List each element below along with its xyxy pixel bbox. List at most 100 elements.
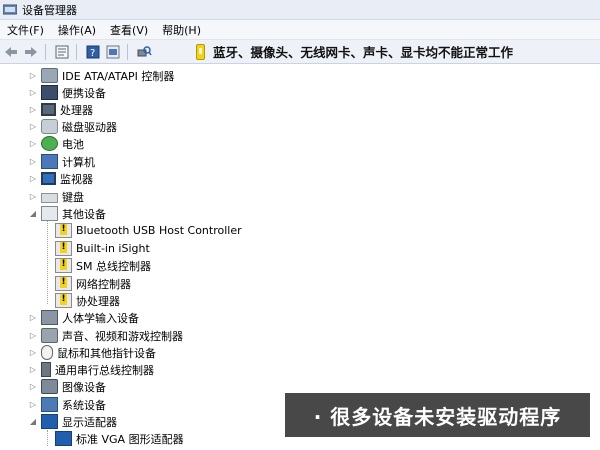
disk-drive-icon (41, 119, 58, 134)
collapsed-arrow-icon[interactable]: ▷ (28, 122, 38, 131)
tree-item-label: 标准 VGA 图形适配器 (76, 432, 184, 446)
tree-item-label: 协处理器 (76, 294, 120, 308)
tree-item-isight[interactable]: Built-in iSight (55, 240, 150, 257)
warning-device-icon (55, 293, 72, 308)
tree-item-label: 图像设备 (62, 380, 106, 394)
collapsed-arrow-icon[interactable]: ▷ (28, 157, 38, 166)
expanded-arrow-icon[interactable]: ◢ (28, 209, 38, 218)
tree-item-processor[interactable]: ▷ 处理器 (28, 101, 93, 118)
menu-file[interactable]: 文件(F) (0, 22, 51, 38)
tree-item-disk-drive[interactable]: ▷ 磁盘驱动器 (28, 118, 117, 135)
expanded-arrow-icon[interactable]: ◢ (28, 417, 38, 426)
tree-item-mouse[interactable]: ▷ 鼠标和其他指针设备 (28, 344, 156, 361)
tree-item-usb[interactable]: ▷ 通用串行总线控制器 (28, 361, 154, 378)
warning-banner-text: 蓝牙、摄像头、无线网卡、声卡、显卡均不能正常工作 (213, 45, 514, 60)
toolbar-separator (45, 43, 46, 60)
tree-item-label: 监视器 (60, 172, 93, 186)
toolbar-separator (76, 43, 77, 60)
tree-item-label: SM 总线控制器 (76, 259, 151, 273)
caption-text: · 很多设备未安装驱动程序 (313, 404, 562, 429)
tree-item-label: 处理器 (60, 103, 93, 117)
tree-guide-line (47, 430, 48, 446)
collapsed-arrow-icon[interactable]: ▷ (28, 348, 38, 357)
menu-help[interactable]: 帮助(H) (155, 22, 208, 38)
toolbar-separator (127, 43, 128, 60)
collapsed-arrow-icon[interactable]: ▷ (28, 174, 38, 183)
tree-item-other-devices[interactable]: ◢ 其他设备 (28, 205, 106, 222)
help-icon[interactable]: ? (84, 43, 102, 61)
device-manager-icon (2, 4, 18, 16)
scan-hardware-icon[interactable] (135, 43, 153, 61)
processor-icon (41, 103, 56, 116)
collapsed-arrow-icon[interactable]: ▷ (28, 331, 38, 340)
title-bar: 设备管理器 (0, 0, 600, 20)
computer-icon (41, 154, 58, 169)
display-adapter-icon (41, 414, 58, 429)
sound-icon (41, 328, 58, 343)
tree-item-label: 计算机 (62, 155, 95, 169)
tree-item-battery[interactable]: ▷ 电池 (28, 135, 84, 152)
tree-item-label: 人体学输入设备 (62, 311, 139, 325)
collapsed-arrow-icon[interactable]: ▷ (28, 139, 38, 148)
tree-item-monitor[interactable]: ▷ 监视器 (28, 170, 93, 187)
tree-item-label: 便携设备 (62, 86, 106, 100)
tree-guide-line (47, 218, 48, 304)
collapsed-arrow-icon[interactable]: ▷ (28, 192, 38, 201)
tree-item-label: 网络控制器 (76, 277, 131, 291)
monitor-icon (41, 172, 56, 185)
caption-overlay: · 很多设备未安装驱动程序 (285, 393, 590, 437)
collapsed-arrow-icon[interactable]: ▷ (28, 365, 38, 374)
menu-bar: 文件(F) 操作(A) 查看(V) 帮助(H) (0, 20, 600, 40)
tree-item-ide[interactable]: ▷ IDE ATA/ATAPI 控制器 (28, 67, 174, 84)
collapsed-arrow-icon[interactable]: ▷ (28, 71, 38, 80)
tree-item-display-adapters[interactable]: ◢ 显示适配器 (28, 413, 117, 430)
warning-device-icon (55, 276, 72, 291)
tree-item-computer[interactable]: ▷ 计算机 (28, 153, 95, 170)
collapsed-arrow-icon[interactable]: ▷ (28, 313, 38, 322)
menu-action[interactable]: 操作(A) (51, 22, 103, 38)
toolbar-view-icon[interactable] (104, 43, 122, 61)
tree-item-label: Built-in iSight (76, 242, 150, 255)
tree-item-label: 键盘 (62, 190, 84, 204)
tree-item-label: 鼠标和其他指针设备 (57, 346, 156, 360)
properties-icon[interactable] (53, 43, 71, 61)
forward-arrow-icon[interactable] (22, 43, 40, 61)
menu-view[interactable]: 查看(V) (103, 22, 155, 38)
collapsed-arrow-icon[interactable]: ▷ (28, 382, 38, 391)
tree-item-sm-bus[interactable]: SM 总线控制器 (55, 257, 151, 274)
tree-item-network[interactable]: 网络控制器 (55, 275, 131, 292)
svg-text:?: ? (90, 48, 95, 59)
window-title: 设备管理器 (22, 3, 77, 17)
tree-item-vga[interactable]: 标准 VGA 图形适配器 (55, 430, 184, 447)
tree-item-label: 磁盘驱动器 (62, 120, 117, 134)
back-arrow-icon[interactable] (2, 43, 20, 61)
tree-item-imaging[interactable]: ▷ 图像设备 (28, 378, 106, 395)
tree-item-bluetooth[interactable]: Bluetooth USB Host Controller (55, 222, 242, 239)
imaging-icon (41, 379, 58, 394)
warning-device-icon (55, 223, 72, 238)
hid-icon (41, 310, 58, 325)
tree-item-system[interactable]: ▷ 系统设备 (28, 396, 106, 413)
mouse-icon (41, 345, 53, 360)
tree-item-hid[interactable]: ▷ 人体学输入设备 (28, 309, 139, 326)
usb-icon (41, 362, 51, 377)
battery-icon (41, 136, 58, 151)
collapsed-arrow-icon[interactable]: ▷ (28, 105, 38, 114)
warning-device-icon (55, 258, 72, 273)
tree-item-label: 其他设备 (62, 207, 106, 221)
tree-item-coprocessor[interactable]: 协处理器 (55, 292, 120, 309)
warning-device-icon (55, 241, 72, 256)
warning-banner: 蓝牙、摄像头、无线网卡、声卡、显卡均不能正常工作 (196, 42, 513, 61)
tree-item-label: Bluetooth USB Host Controller (76, 224, 242, 237)
tree-item-label: IDE ATA/ATAPI 控制器 (62, 69, 175, 83)
tree-item-label: 系统设备 (62, 398, 106, 412)
other-devices-icon (41, 206, 58, 221)
tree-item-keyboard[interactable]: ▷ 键盘 (28, 188, 84, 205)
display-adapter-icon (55, 431, 72, 446)
collapsed-arrow-icon[interactable]: ▷ (28, 400, 38, 409)
tree-item-sound[interactable]: ▷ 声音、视频和游戏控制器 (28, 327, 183, 344)
tree-item-portable[interactable]: ▷ 便携设备 (28, 84, 106, 101)
collapsed-arrow-icon[interactable]: ▷ (28, 88, 38, 97)
tree-item-label: 声音、视频和游戏控制器 (62, 329, 183, 343)
tree-item-label: 显示适配器 (62, 415, 117, 429)
